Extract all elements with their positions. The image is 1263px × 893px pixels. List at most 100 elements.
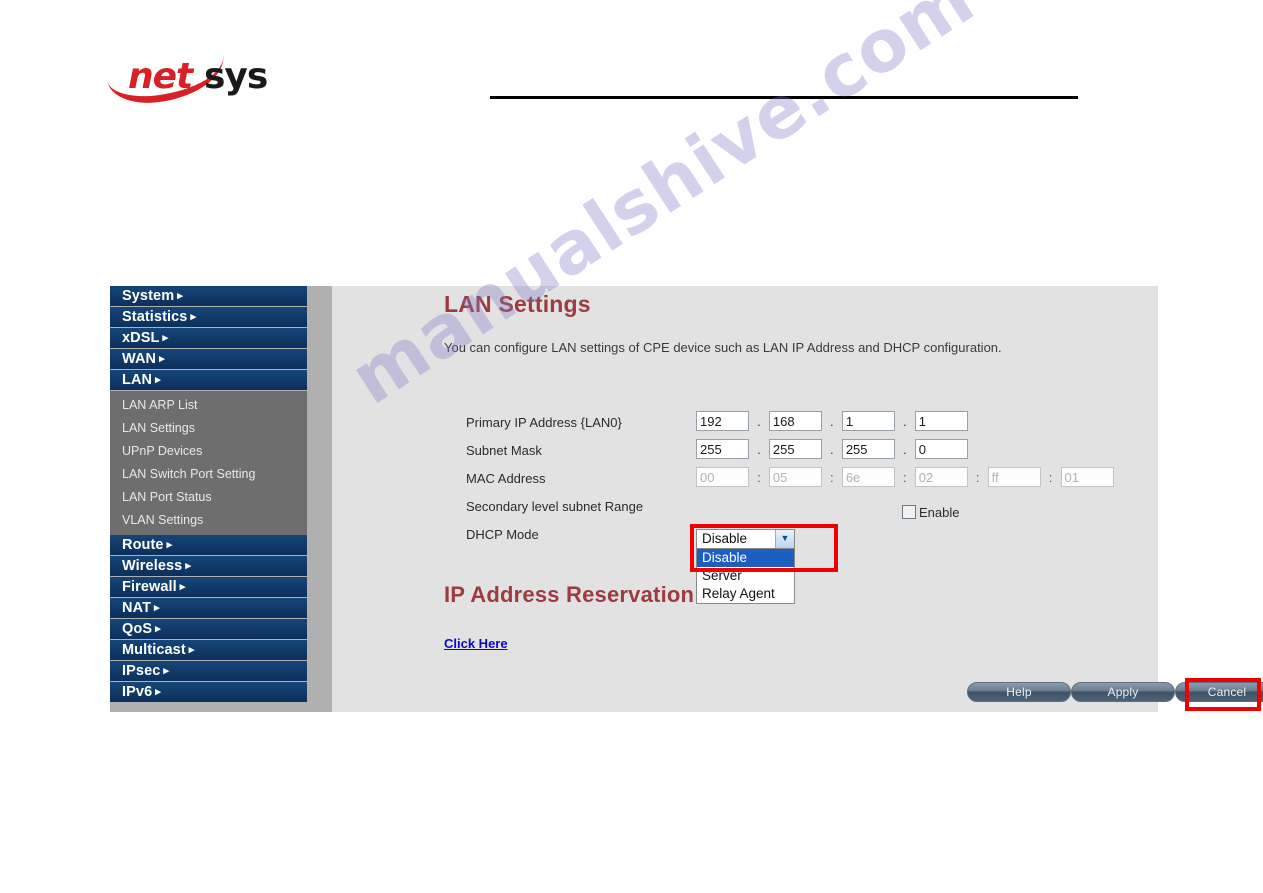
header-divider-rule [490,96,1078,99]
sidebar-item-label: QoS [122,621,153,637]
ip-separator: . [757,441,761,457]
sidebar-item-lan-settings[interactable]: LAN Settings [110,417,307,440]
dhcp-option-relay-agent[interactable]: Relay Agent [697,585,794,603]
mac-address-label: MAC Address [466,471,546,486]
mac-address-field-group: : : : : : [696,467,1114,487]
cancel-button[interactable]: Cancel [1175,682,1263,702]
ip-separator: . [757,413,761,429]
ip-separator: . [830,413,834,429]
mac-separator: : [975,469,980,485]
primary-ip-octet-1[interactable] [696,411,749,431]
mac-separator: : [830,469,834,485]
ip-separator: . [902,441,907,457]
chevron-right-icon: ▸ [166,539,173,551]
sidebar-item-xdsl[interactable]: xDSL ▸ [110,328,307,348]
lan-submenu: LAN ARP List LAN Settings UPnP Devices L… [110,391,307,535]
mac-octet-1 [696,467,749,487]
subnet-mask-field-group: . . . [696,439,968,459]
sidebar-item-lan[interactable]: LAN ▸ [110,370,307,390]
sidebar-item-lan-switch-port-setting[interactable]: LAN Switch Port Setting [110,463,307,486]
sidebar-item-label: Firewall [122,579,177,595]
sidebar-item-label: Multicast [122,642,186,658]
sidebar-item-vlan-settings[interactable]: VLAN Settings [110,509,307,532]
ip-address-reservation-link[interactable]: Click Here [444,636,508,651]
page-header: net sys [0,0,1263,140]
sidebar-item-label: Wireless [122,558,183,574]
subnet-mask-octet-2[interactable] [768,439,822,459]
logo-net-text: net [128,56,193,97]
sidebar-item-label: LAN [122,372,153,388]
enable-label: Enable [919,505,960,520]
form-row-subnet-mask: Subnet Mask . . . [466,439,1156,467]
ip-separator: . [902,413,907,429]
sidebar-item-wireless[interactable]: Wireless ▸ [110,556,307,576]
lan-settings-form: Primary IP Address {LAN0} . . . Subnet M… [466,411,1156,551]
chevron-right-icon: ▸ [155,686,161,698]
mac-separator: : [1048,469,1053,485]
ip-address-reservation-title: IP Address Reservation [444,582,695,607]
dhcp-mode-selected-value: Disable [702,531,748,546]
mac-octet-2 [768,467,822,487]
sidebar-item-lan-arp-list[interactable]: LAN ARP List [110,394,307,417]
sidebar-item-statistics[interactable]: Statistics ▸ [110,307,307,327]
apply-button[interactable]: Apply [1071,682,1175,702]
subnet-mask-label: Subnet Mask [466,443,542,458]
mac-octet-4 [914,467,968,487]
secondary-subnet-enable-checkbox[interactable]: Enable [902,505,959,520]
mac-separator: : [757,469,761,485]
sidebar-item-nat[interactable]: NAT ▸ [110,598,307,618]
dhcp-mode-select[interactable]: Disable ▼ Disable Server Relay Agent [696,529,796,604]
primary-ip-octet-3[interactable] [841,411,895,431]
dhcp-option-server[interactable]: Server [697,567,794,585]
mac-octet-3 [841,467,895,487]
sidebar-item-upnp-devices[interactable]: UPnP Devices [110,440,307,463]
logo-sys-text: sys [204,56,268,97]
checkbox-icon[interactable] [902,505,916,519]
subnet-mask-octet-1[interactable] [696,439,749,459]
sidebar-item-label: IPsec [122,663,161,679]
chevron-right-icon: ▸ [177,290,183,302]
sidebar-item-label: NAT [122,600,152,616]
form-row-secondary-subnet: Secondary level subnet Range [466,495,1156,523]
sidebar-item-ipv6[interactable]: IPv6 ▸ [110,682,307,702]
sidebar-navigation: System ▸ Statistics ▸ xDSL ▸ WAN ▸ LAN ▸ LAN … [110,286,307,703]
primary-ip-octet-4[interactable] [914,411,968,431]
sidebar-item-label: xDSL [122,330,160,346]
subnet-mask-octet-3[interactable] [841,439,895,459]
chevron-right-icon: ▸ [188,644,195,656]
dhcp-mode-select-display[interactable]: Disable ▼ [696,529,795,549]
sidebar-item-firewall[interactable]: Firewall ▸ [110,577,307,597]
page-description: You can configure LAN settings of CPE de… [444,340,1002,355]
chevron-right-icon: ▸ [163,665,170,677]
sidebar-item-wan[interactable]: WAN ▸ [110,349,307,369]
chevron-right-icon: ▸ [155,623,161,635]
primary-ip-field-group: . . . [696,411,968,431]
netsys-logo: net sys [106,54,348,109]
mac-octet-5 [987,467,1041,487]
chevron-right-icon: ▸ [190,311,197,323]
chevron-right-icon: ▸ [179,581,186,593]
chevron-down-icon[interactable]: ▼ [775,530,794,548]
sidebar-item-route[interactable]: Route ▸ [110,535,307,555]
sidebar-item-qos[interactable]: QoS ▸ [110,619,307,639]
sidebar-item-label: WAN [122,351,157,367]
sidebar-item-system[interactable]: System ▸ [110,286,307,306]
help-button[interactable]: Help [967,682,1071,702]
sidebar-item-multicast[interactable]: Multicast ▸ [110,640,307,660]
sidebar-item-label: Route [122,537,164,553]
router-web-ui: System ▸ Statistics ▸ xDSL ▸ WAN ▸ LAN ▸ LAN … [110,286,1263,712]
secondary-subnet-label: Secondary level subnet Range [466,499,644,514]
chevron-right-icon: ▸ [162,332,169,344]
dhcp-option-disable[interactable]: Disable [697,549,794,567]
sidebar-item-lan-port-status[interactable]: LAN Port Status [110,486,307,509]
page-title: LAN Settings [444,291,591,317]
button-bar: Help Apply Cancel [332,682,1263,712]
form-row-primary-ip: Primary IP Address {LAN0} . . . [466,411,1156,439]
chevron-right-icon: ▸ [185,560,191,572]
mac-separator: : [902,469,907,485]
chevron-right-icon: ▸ [159,353,165,365]
primary-ip-octet-2[interactable] [768,411,822,431]
subnet-mask-octet-4[interactable] [914,439,968,459]
mac-octet-6 [1060,467,1114,487]
sidebar-item-ipsec[interactable]: IPsec ▸ [110,661,307,681]
